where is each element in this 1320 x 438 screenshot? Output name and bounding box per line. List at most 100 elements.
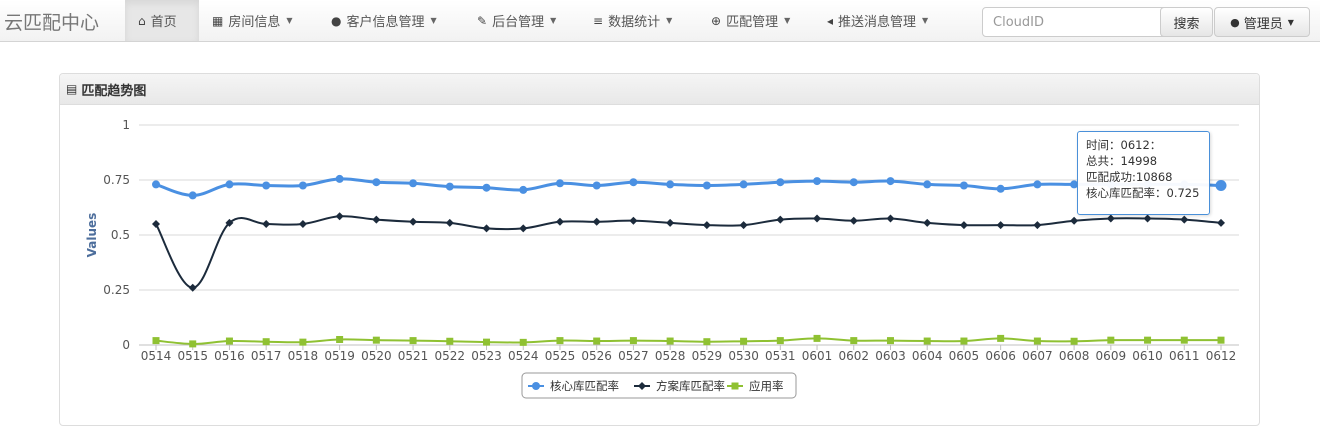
series-point [409, 337, 417, 345]
x-tick-label: 0611 [1169, 349, 1200, 363]
x-tick-label: 0529 [692, 349, 723, 363]
x-tick-label: 0517 [251, 349, 282, 363]
series-point [629, 216, 638, 225]
series-point [482, 183, 491, 192]
series-point [1217, 336, 1225, 344]
x-tick-label: 0516 [214, 349, 245, 363]
x-tick-label: 0521 [398, 349, 429, 363]
series-point [1107, 336, 1115, 344]
tooltip-total: 总共：14998 [1086, 154, 1158, 168]
series-point [225, 337, 233, 345]
series-point [519, 338, 527, 346]
x-tick-label: 0612 [1206, 349, 1237, 363]
series-point [592, 217, 601, 226]
x-tick-label: 0515 [177, 349, 208, 363]
tooltip-time: 时间：0612： [1086, 138, 1162, 152]
series-point [731, 382, 739, 390]
series-point [1070, 216, 1079, 225]
series-point [1180, 215, 1189, 224]
x-tick-label: 0514 [141, 349, 172, 363]
series-point [997, 334, 1005, 342]
series-point [446, 337, 454, 345]
series-point [1180, 336, 1188, 344]
y-axis-label: Values [85, 213, 99, 258]
series-point [372, 215, 381, 224]
series-point [482, 224, 491, 233]
x-tick-label: 0522 [435, 349, 466, 363]
x-tick-label: 0606 [985, 349, 1016, 363]
series-point [262, 181, 271, 190]
x-tick-label: 0601 [802, 349, 833, 363]
y-tick-label: 0 [122, 338, 130, 352]
x-tick-label: 0603 [875, 349, 906, 363]
series-point [1033, 221, 1042, 230]
x-tick-label: 0525 [545, 349, 576, 363]
series-point [739, 221, 748, 230]
series-point [152, 337, 160, 345]
series-point [188, 191, 197, 200]
series-point [703, 338, 711, 346]
series-point [666, 337, 674, 345]
series-point [849, 216, 858, 225]
x-tick-label: 0518 [288, 349, 319, 363]
y-tick-label: 1 [122, 118, 130, 132]
series-point [776, 337, 784, 345]
series-point [776, 215, 785, 224]
series-point [519, 224, 528, 233]
series-point [666, 180, 675, 189]
series-point [739, 180, 748, 189]
series-point [960, 337, 968, 345]
x-tick-label: 0528 [655, 349, 686, 363]
series-point [996, 221, 1005, 230]
series-point [849, 178, 858, 187]
series-point [372, 336, 380, 344]
series-point [532, 382, 540, 390]
series-point [299, 338, 307, 346]
series-point [592, 181, 601, 190]
x-tick-label: 0531 [765, 349, 796, 363]
x-tick-label: 0604 [912, 349, 943, 363]
y-tick-label: 0.5 [111, 228, 130, 242]
series-point [702, 221, 711, 230]
series-point [959, 181, 968, 190]
y-tick-label: 0.25 [103, 283, 130, 297]
y-tick-label: 0.75 [103, 173, 130, 187]
series-point [298, 181, 307, 190]
series-point [1033, 180, 1042, 189]
x-tick-label: 0520 [361, 349, 392, 363]
series-point [629, 337, 637, 345]
series-line [155, 177, 1222, 197]
series-point [189, 340, 197, 348]
series-point [776, 178, 785, 187]
series-point [1070, 337, 1078, 345]
series-point [445, 182, 454, 191]
tooltip-rate: 核心库匹配率：0.725 [1086, 186, 1200, 200]
x-tick-label: 0605 [949, 349, 980, 363]
series-point [335, 174, 344, 183]
series-point [483, 338, 491, 346]
x-tick-label: 0519 [324, 349, 355, 363]
series-point [336, 336, 344, 343]
series-point [445, 218, 454, 227]
series-point [152, 180, 160, 189]
series-point [923, 218, 932, 227]
series-point [1106, 214, 1115, 223]
series-point [923, 180, 932, 189]
series-point [666, 218, 675, 227]
series-point [886, 337, 894, 345]
series-point [886, 177, 895, 186]
series-point [1144, 336, 1152, 344]
legend-label: 方案库匹配率 [656, 379, 725, 393]
x-tick-label: 0607 [1022, 349, 1053, 363]
x-tick-label: 0527 [618, 349, 649, 363]
series-point [298, 220, 307, 228]
x-tick-label: 0610 [1132, 349, 1163, 363]
series-point [813, 214, 822, 223]
series-point [923, 337, 931, 345]
series-point [409, 217, 418, 226]
x-tick-label: 0530 [728, 349, 759, 363]
series-point [335, 212, 344, 221]
series-point [555, 179, 564, 188]
series-point [1033, 337, 1041, 345]
series-point [152, 220, 160, 228]
